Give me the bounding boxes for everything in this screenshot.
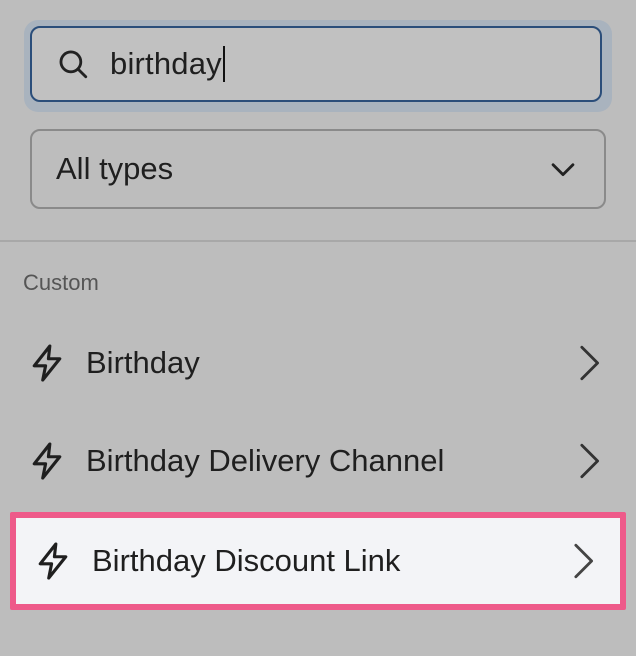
search-input-text[interactable]: birthday (110, 46, 225, 82)
text-caret (222, 46, 225, 82)
list-item-label: Birthday (86, 345, 200, 380)
lightning-icon (32, 344, 62, 382)
section-label-custom: Custom (23, 270, 99, 295)
search-value: birthday (110, 46, 222, 81)
search-input[interactable]: birthday (30, 26, 602, 102)
list-item-birthday-delivery-channel[interactable]: Birthday Delivery Channel (18, 416, 622, 506)
list-item-label: Birthday Discount Link (92, 543, 401, 578)
lightning-icon (38, 542, 68, 580)
type-filter-select[interactable]: All types (30, 129, 606, 209)
lightning-icon (32, 442, 62, 480)
list-item-label: Birthday Delivery Channel (86, 443, 445, 478)
divider (0, 240, 636, 242)
chevron-right-icon (580, 443, 599, 479)
list-item-birthday-discount-link[interactable]: Birthday Discount Link (10, 512, 626, 610)
chevron-right-icon (574, 543, 593, 579)
type-filter-value: All types (56, 151, 174, 186)
chevron-down-icon (551, 163, 575, 177)
list-item-birthday[interactable]: Birthday (18, 318, 622, 408)
chevron-right-icon (580, 345, 599, 381)
search-icon (59, 50, 88, 79)
